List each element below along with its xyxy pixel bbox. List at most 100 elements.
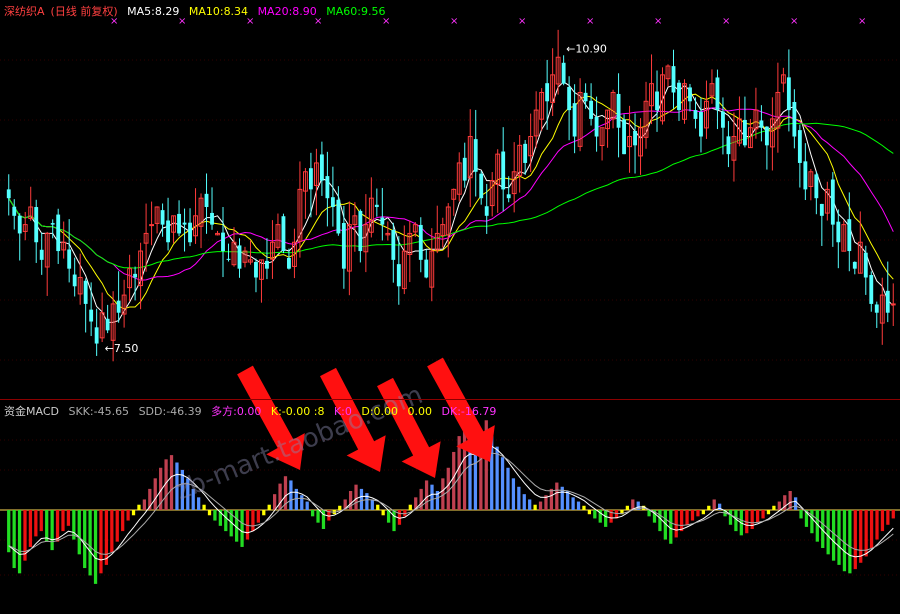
candle-body [160, 210, 165, 225]
histogram-bar [34, 510, 38, 537]
histogram-bar [495, 446, 499, 510]
histogram-bar [61, 510, 65, 532]
candle-body [358, 210, 363, 252]
candle-body [336, 199, 341, 234]
candle-body [12, 206, 17, 216]
histogram-bar [310, 510, 315, 517]
k1-value: K:-0.00 :8 [270, 405, 325, 418]
histogram-bar [685, 510, 689, 525]
histogram-bar [408, 504, 412, 510]
histogram-bar [55, 510, 60, 542]
histogram-bar [240, 510, 244, 547]
candle-body [72, 274, 77, 287]
candle-body [616, 93, 621, 128]
top-marker: × [722, 16, 730, 27]
histogram-bar [506, 467, 510, 510]
candle-body [287, 257, 291, 269]
candle-body [847, 219, 852, 252]
candle-body [523, 143, 528, 163]
histogram-bar [316, 510, 320, 523]
histogram-bar [278, 483, 282, 510]
price-annotation: ←7.50 [105, 342, 139, 355]
candle-body [545, 83, 550, 102]
histogram-bar [576, 501, 581, 510]
candle-body [671, 66, 676, 93]
candle-body [479, 173, 484, 199]
histogram-bar [810, 510, 814, 534]
candle-body [869, 275, 874, 304]
duofang-value: 多方:0.00 [211, 405, 262, 418]
dk-value: DK:-16.79 [441, 405, 497, 418]
price-annotation: ←10.90 [566, 42, 607, 55]
candle-body [759, 120, 764, 128]
candle-body [814, 174, 819, 199]
histogram-bar [17, 510, 22, 574]
histogram-bar [555, 482, 559, 510]
candle-body [786, 77, 791, 111]
histogram-bar [750, 510, 754, 529]
histogram-bar [452, 451, 456, 510]
candle-body [89, 309, 94, 322]
histogram-bar [571, 497, 575, 510]
histogram-bar [137, 504, 141, 510]
histogram-bar [604, 510, 608, 527]
histogram-bar [696, 510, 700, 517]
candle-body [319, 154, 324, 181]
candle-body [83, 280, 88, 304]
histogram-bar [799, 510, 803, 519]
histogram-bar [842, 510, 847, 572]
top-marker: × [518, 16, 526, 27]
histogram-bar [45, 510, 49, 542]
histogram-bar [39, 510, 43, 532]
candle-body [721, 111, 725, 128]
candle-body [254, 261, 258, 278]
ma20-line [8, 107, 894, 281]
macd-signal-lines [8, 444, 894, 561]
histogram-bar [300, 495, 304, 510]
histogram-bar [522, 494, 526, 510]
candle-body [188, 222, 192, 243]
histogram-bar [121, 510, 125, 532]
ma5-line [8, 81, 894, 323]
candle-body [133, 273, 138, 278]
histogram-bar [262, 510, 266, 516]
histogram-bar [267, 504, 271, 510]
candle-body [6, 189, 11, 199]
candle-body [396, 264, 401, 287]
histogram-bar [430, 484, 434, 510]
top-marker: × [654, 16, 662, 27]
macd-line-2 [8, 452, 894, 555]
candle-body [622, 119, 626, 155]
histogram-bar [728, 510, 733, 525]
candle-body [424, 259, 429, 278]
candle-body [325, 176, 330, 199]
candle-body [677, 82, 681, 111]
histogram-bar [500, 457, 505, 510]
candle-body [688, 87, 692, 102]
candle-body [803, 161, 808, 190]
histogram-bar [777, 501, 781, 510]
candle-body [226, 258, 231, 260]
d-value: D:0.00 [361, 405, 399, 418]
histogram-bar [566, 491, 570, 510]
histogram-bar [104, 510, 109, 565]
candle-body [221, 232, 225, 252]
candle-body [792, 102, 797, 137]
candle-body [149, 224, 155, 227]
stock-chart: ←10.90←7.50× × × × × × × × × × × × zb-mart.taobao.c… [0, 16, 900, 584]
candle-body [633, 130, 637, 146]
candle-body [50, 223, 55, 225]
candle-body [56, 214, 61, 252]
candle-body [819, 203, 824, 216]
period-label: (日线 前复权) [50, 5, 118, 18]
histogram-bar [115, 510, 119, 542]
candle-body [874, 304, 879, 313]
candle-body [116, 300, 121, 313]
histogram-bar [625, 505, 629, 510]
candle-body [204, 193, 209, 207]
candle-body [210, 212, 214, 225]
candle-body [391, 229, 396, 260]
candle-body [572, 103, 577, 137]
candle-body [764, 126, 769, 146]
candle-body [890, 303, 896, 306]
